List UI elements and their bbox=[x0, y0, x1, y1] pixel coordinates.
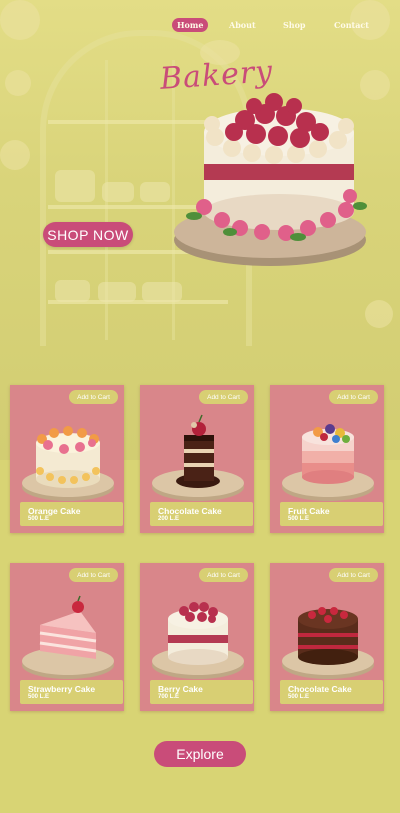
flower-decoration bbox=[5, 70, 31, 96]
flower-decoration bbox=[365, 300, 393, 328]
product-name: Berry Cake bbox=[158, 684, 203, 694]
product-card-berry-cake: Add to Cart Berry Cake 700 L.E bbox=[140, 563, 254, 711]
product-price: 200 L.E bbox=[158, 516, 180, 522]
add-to-cart-button[interactable]: Add to Cart bbox=[329, 390, 378, 404]
product-name: Chocolate Cake bbox=[288, 684, 352, 694]
add-to-cart-button[interactable]: Add to Cart bbox=[329, 568, 378, 582]
product-name: Fruit Cake bbox=[288, 506, 330, 516]
shop-now-button[interactable]: SHOP NOW bbox=[43, 222, 133, 247]
product-card-strawberry-cake: Add to Cart Strawberry Cake 500 L.E bbox=[10, 563, 124, 711]
product-name: Chocolate Cake bbox=[158, 506, 222, 516]
product-card-chocolate-cake-2: Add to Cart Chocolate Cake 500 L.E bbox=[270, 563, 384, 711]
nav-home[interactable]: Home bbox=[172, 18, 209, 32]
product-card-fruit-cake: Add to Cart Fruit Cake 500 L.E bbox=[270, 385, 384, 533]
add-to-cart-button[interactable]: Add to Cart bbox=[199, 390, 248, 404]
product-price: 500 L.E bbox=[288, 694, 310, 700]
product-name: Strawberry Cake bbox=[28, 684, 96, 694]
product-label: Chocolate Cake 200 L.E bbox=[150, 502, 253, 526]
chocolate-cake-slice-image bbox=[152, 414, 244, 501]
orange-cake-image bbox=[22, 426, 114, 501]
background-cake bbox=[55, 280, 90, 302]
product-price: 500 L.E bbox=[28, 694, 50, 700]
product-label: Berry Cake 700 L.E bbox=[150, 680, 253, 704]
background-cake bbox=[55, 170, 95, 202]
strawberry-cake-slice-image bbox=[22, 595, 114, 679]
nav-shop[interactable]: Shop bbox=[278, 18, 311, 32]
nav-about[interactable]: About bbox=[224, 18, 261, 32]
explore-button[interactable]: Explore bbox=[154, 741, 246, 767]
add-to-cart-button[interactable]: Add to Cart bbox=[199, 568, 248, 582]
product-price: 500 L.E bbox=[28, 516, 50, 522]
background-cake bbox=[98, 282, 136, 302]
background-cake bbox=[102, 182, 134, 202]
product-card-chocolate-cake: Add to Cart Chocolate Cake 200 L.E bbox=[140, 385, 254, 533]
background-cake bbox=[142, 282, 182, 302]
product-name: Orange Cake bbox=[28, 506, 81, 516]
hero-cake-image bbox=[174, 93, 367, 266]
add-to-cart-button[interactable]: Add to Cart bbox=[69, 390, 118, 404]
product-card-orange-cake: Add to Cart Orange Cake 500 L.E bbox=[10, 385, 124, 533]
product-label: Chocolate Cake 500 L.E bbox=[280, 680, 383, 704]
nav-contact[interactable]: Contact bbox=[329, 18, 374, 32]
fruit-cake-image bbox=[282, 424, 374, 501]
brand-logo: Bakery bbox=[158, 54, 275, 97]
flower-decoration bbox=[0, 140, 30, 170]
background-cake bbox=[140, 182, 170, 202]
product-price: 500 L.E bbox=[288, 516, 310, 522]
product-label: Fruit Cake 500 L.E bbox=[280, 502, 383, 526]
product-price: 700 L.E bbox=[158, 694, 180, 700]
product-label: Orange Cake 500 L.E bbox=[20, 502, 123, 526]
add-to-cart-button[interactable]: Add to Cart bbox=[69, 568, 118, 582]
product-label: Strawberry Cake 500 L.E bbox=[20, 680, 123, 704]
chocolate-cake-image bbox=[282, 607, 374, 679]
top-navigation: Home About Shop Contact bbox=[0, 18, 400, 32]
berry-cake-image bbox=[152, 602, 244, 679]
